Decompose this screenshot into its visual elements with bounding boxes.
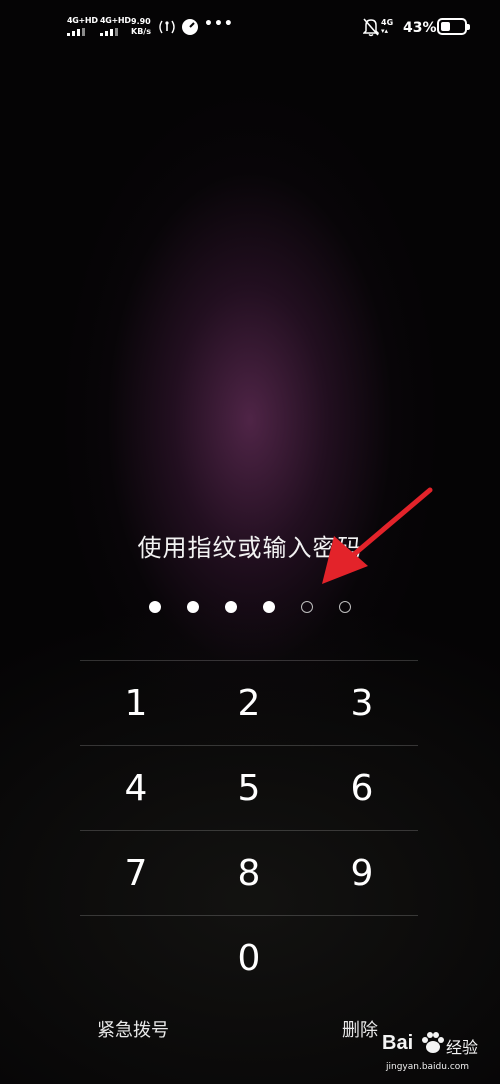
battery-fill <box>441 22 450 31</box>
emergency-call-button[interactable]: 紧急拨号 <box>97 1016 169 1042</box>
sim2-signal-bars-icon <box>100 28 118 36</box>
pin-dot-filled <box>149 601 161 613</box>
pin-indicator <box>0 601 500 615</box>
pin-dot-empty <box>339 601 351 613</box>
pin-dot-filled <box>225 601 237 613</box>
key-1[interactable]: 1 <box>80 661 192 745</box>
numeric-keypad: 1 2 3 4 5 6 7 8 9 0 <box>80 660 418 979</box>
pin-dot-filled <box>263 601 275 613</box>
unlock-prompt: 使用指纹或输入密码 <box>137 534 363 562</box>
more-notifications-icon: ••• <box>204 16 234 32</box>
network-speed-value: 9.90 <box>131 17 151 26</box>
sim1-signal: 4G+HD <box>67 16 98 38</box>
baidu-jingyan-watermark: Bai 经验 jingyan.baidu.com <box>382 1028 500 1084</box>
key-7[interactable]: 7 <box>80 831 192 915</box>
delete-button[interactable]: 删除 <box>342 1016 378 1042</box>
key-6[interactable]: 6 <box>306 746 418 830</box>
notifications-muted-icon <box>363 18 379 37</box>
watermark-brand-suffix: 经验 <box>446 1038 479 1057</box>
sim1-signal-bars-icon <box>67 28 85 36</box>
pin-dot-empty <box>301 601 313 613</box>
key-0[interactable]: 0 <box>193 916 305 1000</box>
battery-percent: 43% <box>403 20 437 36</box>
mobile-data-label: 4G <box>381 18 394 27</box>
sim2-signal: 4G+HD <box>100 16 131 38</box>
sim2-network-label: 4G+HD <box>100 16 131 25</box>
pin-dot-filled <box>187 601 199 613</box>
key-8[interactable]: 8 <box>193 831 305 915</box>
data-arrows-icon: ▾▴ <box>381 27 389 35</box>
battery-cap <box>467 24 470 30</box>
sim1-network-label: 4G+HD <box>67 16 98 25</box>
hotspot-icon <box>159 20 175 34</box>
mobile-data-indicator: 4G ▾▴ <box>381 18 393 36</box>
network-speed: 9.90 KB/s <box>131 17 151 37</box>
key-4[interactable]: 4 <box>80 746 192 830</box>
network-speed-unit: KB/s <box>131 27 151 36</box>
watermark-url: jingyan.baidu.com <box>386 1062 470 1072</box>
key-9[interactable]: 9 <box>306 831 418 915</box>
paw-icon <box>422 1032 444 1053</box>
key-3[interactable]: 3 <box>306 661 418 745</box>
speedometer-icon <box>182 19 198 35</box>
key-2[interactable]: 2 <box>193 661 305 745</box>
battery-icon <box>437 18 470 35</box>
key-5[interactable]: 5 <box>193 746 305 830</box>
watermark-brand: Bai <box>382 1032 414 1054</box>
status-bar: 4G+HD 4G+HD 9.90 KB/s ••• 4G ▾▴ 43% <box>0 0 500 56</box>
